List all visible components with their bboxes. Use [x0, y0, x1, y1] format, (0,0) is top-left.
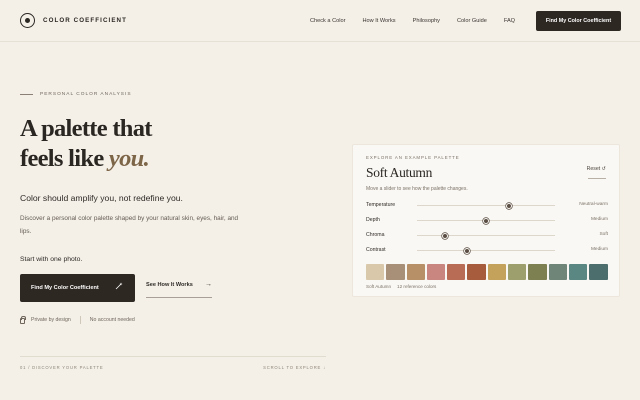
slider-thumb[interactable]	[463, 247, 470, 254]
see-how-it-works-button[interactable]: See How It Works →	[146, 281, 212, 298]
lock-icon	[20, 316, 26, 324]
palette-title: Soft Autumn	[366, 165, 433, 180]
slider-label: Depth	[366, 217, 380, 223]
logo-mark-icon	[20, 13, 35, 28]
nav-philosophy[interactable]: Philosophy	[413, 18, 440, 24]
eyebrow-text: PERSONAL COLOR ANALYSIS	[40, 92, 132, 97]
slider-thumb[interactable]	[506, 202, 513, 209]
trust-divider	[79, 316, 81, 324]
palette-swatch[interactable]	[487, 264, 507, 280]
slider-track[interactable]	[417, 232, 555, 239]
slider-label: Contrast	[366, 247, 386, 253]
card-eyebrow: EXPLORE AN EXAMPLE PALETTE	[366, 155, 460, 160]
palette-swatch[interactable]	[386, 264, 405, 280]
see-how-it-works-label: See How It Works	[146, 282, 193, 288]
headline-emphasis: you.	[108, 145, 150, 172]
palette-swatch[interactable]	[366, 264, 385, 280]
card-hint: Move a slider to see how the palette cha…	[366, 186, 468, 192]
palette-swatches	[366, 264, 608, 280]
trust-no-account: No account needed	[89, 317, 135, 323]
nav-how-it-works[interactable]: How It Works	[362, 18, 395, 24]
example-palette-card: EXPLORE AN EXAMPLE PALETTE Soft Autumn R…	[352, 144, 620, 297]
palette-name: Soft Autumn	[366, 284, 392, 289]
slider-thumb[interactable]	[441, 232, 448, 239]
slider-value: Soft	[599, 232, 608, 237]
palette-swatch[interactable]	[528, 264, 547, 280]
find-my-color-button[interactable]: Find My Color Coefficient	[20, 274, 135, 302]
palette-swatch[interactable]	[589, 264, 608, 280]
scroll-hint[interactable]: SCROLL TO EXPLORE ↓	[258, 365, 326, 370]
palette-swatch[interactable]	[426, 264, 446, 280]
main-nav: Check a Color How It Works Philosophy Co…	[310, 0, 532, 42]
eyebrow-rule	[20, 94, 33, 95]
slider-value: Medium	[590, 247, 608, 252]
hero-description: Discover a personal color palette shaped…	[20, 215, 239, 235]
reset-button[interactable]: Reset ↺	[587, 166, 606, 172]
hero-eyebrow: PERSONAL COLOR ANALYSIS	[20, 92, 132, 97]
slider-value: Medium	[590, 217, 608, 222]
card-footer: Soft Autumn 12 reference colors	[366, 284, 436, 289]
slider-chroma: Chroma Soft	[366, 231, 608, 241]
brand-name: COLOR COEFFICIENT	[43, 17, 128, 24]
headline-line-2: feels like	[20, 145, 109, 172]
section-indicator: 01 / DISCOVER YOUR PALETTE	[20, 365, 104, 370]
brand-logo[interactable]: COLOR COEFFICIENT	[20, 13, 127, 28]
header-cta-button[interactable]: Find My Color Coefficient	[536, 11, 621, 31]
slider-temperature: Temperature Neutral-warm	[366, 201, 608, 211]
slider-label: Chroma	[366, 232, 385, 238]
slider-track[interactable]	[417, 247, 555, 254]
site-header: COLOR COEFFICIENT Check a Color How It W…	[0, 0, 640, 42]
find-my-color-label: Find My Color Coefficient	[31, 285, 99, 291]
nav-check-a-color[interactable]: Check a Color	[310, 18, 345, 24]
wand-icon	[115, 282, 123, 292]
slider-track[interactable]	[417, 202, 555, 209]
arrow-right-icon: →	[205, 281, 212, 288]
slider-contrast: Contrast Medium	[366, 246, 608, 256]
palette-swatch[interactable]	[508, 264, 527, 280]
headline-line-1: A palette that	[20, 115, 152, 142]
nav-color-guide[interactable]: Color Guide	[457, 18, 487, 24]
reset-underline	[588, 178, 606, 179]
palette-swatch[interactable]	[568, 264, 588, 280]
nav-faq[interactable]: FAQ	[504, 18, 515, 24]
palette-count: 12 reference colors	[397, 284, 437, 289]
slider-value: Neutral-warm	[579, 202, 608, 207]
slider-label: Temperature	[366, 202, 396, 208]
hero-start-text: Start with one photo.	[20, 256, 83, 263]
hero-bottom-rule	[20, 356, 326, 357]
hero-subhead: Color should amplify you, not redefine y…	[20, 193, 183, 203]
trust-private: Private by design	[31, 317, 71, 323]
palette-swatch[interactable]	[447, 264, 466, 280]
slider-thumb[interactable]	[483, 217, 489, 224]
trust-badges: Private by design No account needed	[20, 316, 135, 324]
palette-swatch[interactable]	[406, 264, 425, 280]
hero-headline: A palette that feels like you.	[20, 114, 320, 174]
palette-swatch[interactable]	[548, 264, 567, 280]
palette-swatch[interactable]	[467, 264, 486, 280]
slider-depth: Depth Medium	[366, 216, 608, 226]
slider-track[interactable]	[417, 217, 555, 224]
